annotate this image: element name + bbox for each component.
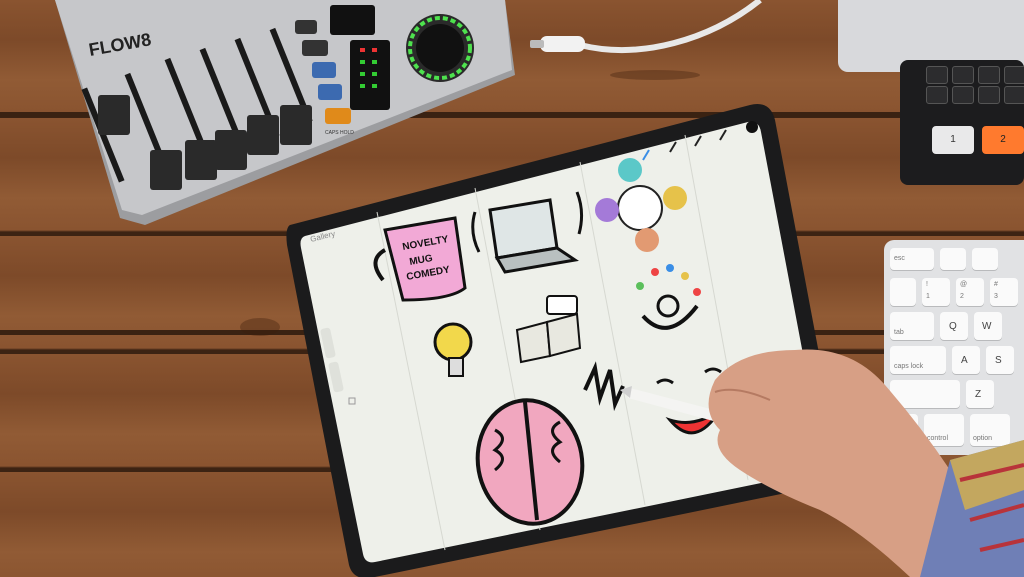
- keypad-button-1[interactable]: 1: [932, 126, 974, 154]
- color-picker-icon: [746, 121, 758, 133]
- keypad-button-1-label: 1: [950, 134, 956, 145]
- key-2[interactable]: @2: [956, 278, 984, 306]
- hand-with-pencil: [620, 349, 1024, 577]
- usb-cable: [530, 0, 762, 53]
- wood-knot: [240, 318, 280, 336]
- keypad-button-2-label: 2: [1000, 134, 1006, 145]
- macro-keypad: 1 2: [900, 60, 1024, 185]
- keypad-button-2[interactable]: 2: [982, 126, 1024, 154]
- key-3[interactable]: #3: [990, 278, 1018, 306]
- key-f2[interactable]: [972, 248, 998, 270]
- desk-scene: FLOW8 CAPS HOLD 1 2 esc ! 1 @ 2 # 3 tab …: [0, 0, 1024, 577]
- key-1[interactable]: ! 1: [922, 278, 950, 306]
- key-f1[interactable]: [940, 248, 966, 270]
- key-tilde[interactable]: [890, 278, 916, 306]
- key-esc[interactable]: esc: [890, 248, 934, 270]
